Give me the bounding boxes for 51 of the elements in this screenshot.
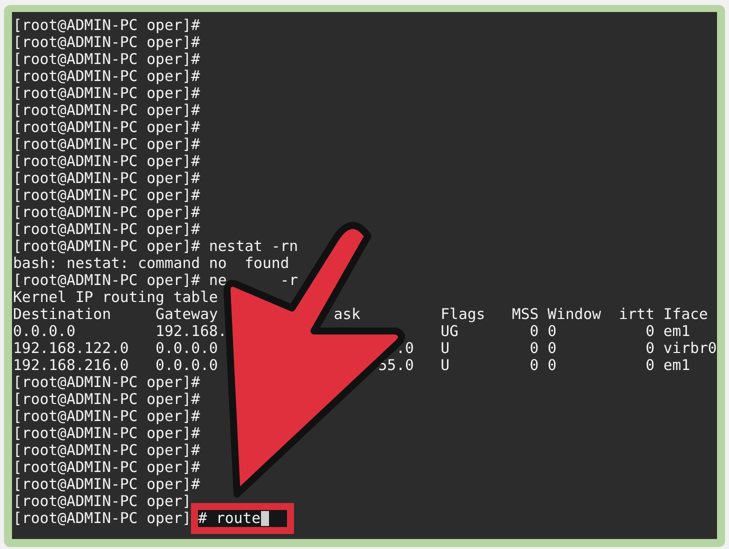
terminal-text: [root@ADMIN-PC oper]# [13,136,200,153]
terminal-text: [root@ADMIN-PC oper]# [13,102,200,119]
terminal-text: [root@ADMIN-PC oper]# [13,425,200,442]
terminal-text: ask [334,306,360,323]
terminal-text: U [440,357,450,374]
terminal-text: 0.0.0.0 [13,323,76,340]
terminal-text: [root@ADMIN-PC oper]# [13,391,200,408]
terminal-text: [root@ADMIN-PC oper]# [13,153,200,170]
terminal-text: [root@ADMIN-PC oper]# [13,170,200,187]
terminal-text: [root@ADMIN-PC oper]# [13,34,200,51]
terminal-text: [root@ADMIN-PC oper]# ne [13,272,227,289]
terminal-text: 0 0 [530,340,556,357]
terminal-text: 192.168.122.0 [13,340,129,357]
terminal-text: irtt Iface [618,306,708,323]
terminal-text: 192.168. [156,323,227,340]
terminal-text: [root@ADMIN-PC oper]# [13,85,200,102]
terminal-text: [root@ADMIN-PC oper]# [13,187,200,204]
terminal-text: .0 [396,340,414,357]
terminal-text: [root@ADMIN-PC oper]# [13,442,200,459]
terminal-text: [root@ADMIN-PC oper]# nestat -rn [13,238,298,255]
terminal-text: U [440,340,450,357]
terminal-text: 0 em1 [646,357,690,374]
terminal-text: 0 em1 [646,323,690,340]
terminal-text: Destination [13,306,111,323]
terminal-text: 0 0 [530,357,556,374]
terminal-text: [root@ADMIN-PC oper] [13,493,192,510]
terminal-text: found [244,255,290,272]
terminal-text: [root@ADMIN-PC oper]# [13,476,200,493]
terminal-text: [root@ADMIN-PC oper]# [13,204,200,221]
terminal-text: [root@ADMIN-PC oper]# [13,459,200,476]
terminal-text: [root@ADMIN-PC oper]# [13,119,200,136]
terminal-text: 0 virbr0 [646,340,717,357]
command-text: # route [198,510,261,527]
terminal-text: 0.0.0.0 [156,340,218,357]
terminal-text: MSS Window [512,306,602,323]
terminal-text: -r [280,272,298,289]
terminal-text: Flags [440,306,486,323]
terminal-text: bash: nestat: command no [13,255,227,272]
terminal-text: [root@ADMIN-PC oper]# [13,221,200,238]
terminal-text: Gateway [156,306,218,323]
terminal-text: [root@ADMIN-PC oper]# [13,68,200,85]
terminal-text: [root@ADMIN-PC oper] [13,510,192,527]
terminal-text: [root@ADMIN-PC oper]# [13,51,200,68]
terminal-text: 0 0 [530,323,556,340]
terminal-text: 0.0.0.0 [156,357,218,374]
terminal-text: [root@ADMIN-PC oper]# [13,408,200,425]
terminal-text: [root@ADMIN-PC oper]# [13,374,200,391]
terminal-text: [root@ADMIN-PC oper]# [13,17,200,34]
terminal-text: 192.168.216.0 [13,357,129,374]
terminal-text: Kernel IP routing table [13,289,218,306]
terminal-text: UG [440,323,458,340]
